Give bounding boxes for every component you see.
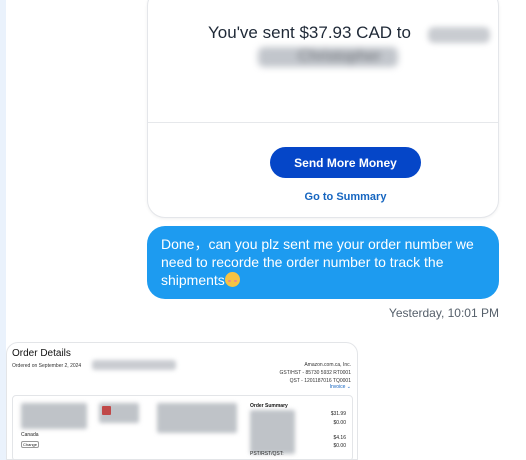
- message-timestamp: Yesterday, 10:01 PM: [388, 306, 499, 320]
- recipient-fragment: Christopher: [298, 48, 381, 65]
- seller-line: GST/HST - 85730 5932 RT0001: [279, 370, 351, 376]
- invoice-link[interactable]: Invoice ⌄: [330, 384, 351, 390]
- order-date: Ordered on September 2, 2024: [12, 363, 82, 369]
- shipping-country: Canada: [21, 432, 39, 438]
- sent-message-bubble: Done，can you plz sent me your order numb…: [147, 226, 499, 299]
- redacted-summary-labels: [250, 410, 295, 454]
- redacted-product: [157, 403, 237, 433]
- message-text: Done，can you plz sent me your order numb…: [161, 236, 474, 288]
- seller-info: Amazon.com.ca, Inc. GST/HST - 85730 5932…: [279, 361, 351, 385]
- product-thumbnail: [102, 406, 111, 415]
- payment-headline: You've sent $37.93 CAD to: [208, 23, 411, 42]
- go-to-summary-link[interactable]: Go to Summary: [270, 191, 421, 203]
- order-summary-title: Order Summary: [250, 403, 288, 409]
- redacted-recipient-name: [428, 27, 490, 43]
- redacted-recipient-surname: Christopher: [258, 47, 398, 67]
- order-details-title: Order Details: [12, 348, 71, 359]
- redacted-order-number: [92, 360, 176, 370]
- redacted-address: [21, 403, 87, 429]
- smiling-face-icon: [224, 272, 240, 287]
- change-button[interactable]: Change: [21, 441, 39, 448]
- payment-confirmation-card: You've sent $37.93 CAD to Christopher Se…: [147, 0, 499, 218]
- seller-line: Amazon.com.ca, Inc.: [304, 362, 351, 368]
- send-more-money-button[interactable]: Send More Money: [270, 147, 421, 178]
- order-details-screenshot[interactable]: Order Details Ordered on September 2, 20…: [6, 342, 358, 460]
- card-divider: [148, 122, 498, 123]
